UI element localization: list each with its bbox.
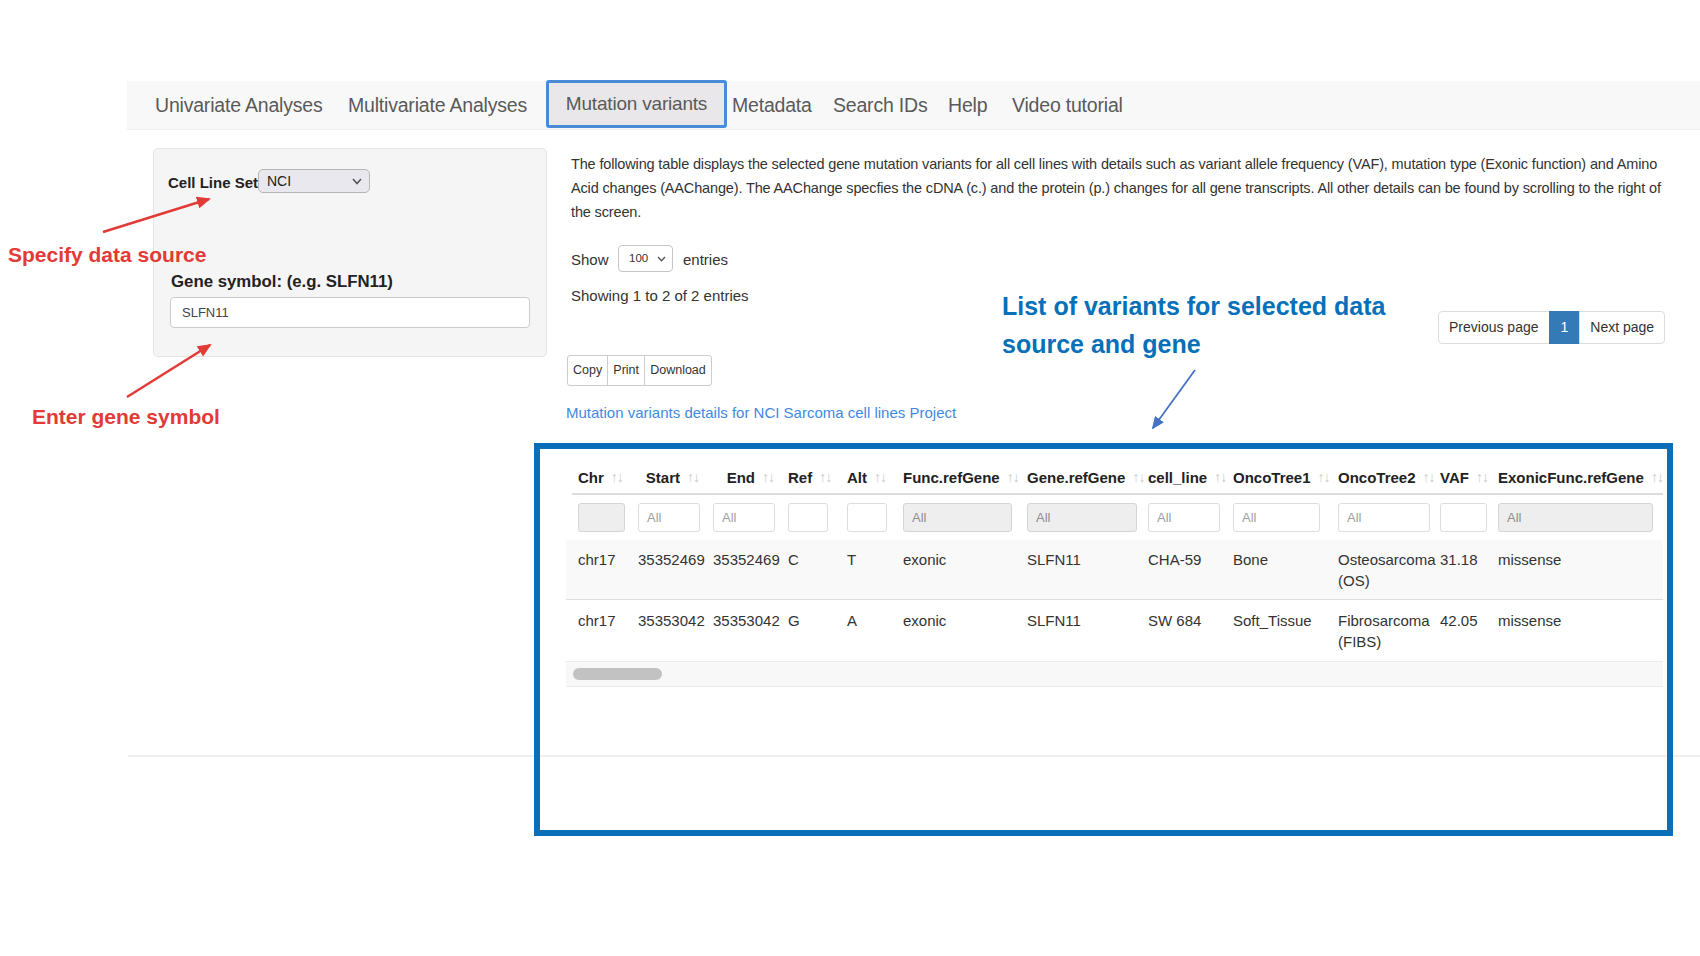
print-button[interactable]: Print: [607, 355, 645, 386]
page: Univariate Analyses Multivariate Analyse…: [0, 0, 1700, 956]
download-button[interactable]: Download: [644, 355, 712, 386]
table-caption-link[interactable]: Mutation variants details for NCI Sarcom…: [566, 404, 956, 421]
showing-entries-info: Showing 1 to 2 of 2 entries: [571, 287, 749, 304]
show-entries-select[interactable]: 100: [618, 245, 673, 272]
gene-symbol-label: Gene symbol: (e.g. SLFN11): [171, 272, 393, 292]
nav-metadata[interactable]: Metadata: [732, 81, 812, 130]
export-button-group: Copy Print Download: [567, 355, 712, 386]
entries-label: entries: [683, 251, 728, 268]
nav-mutation-variants-selected[interactable]: Mutation variants: [546, 80, 727, 128]
nav-video-tutorial[interactable]: Video tutorial: [1012, 81, 1123, 130]
description-line3: the screen.: [571, 200, 641, 224]
next-page-button[interactable]: Next page: [1579, 311, 1665, 344]
pagination: Previous page 1 Next page: [1438, 311, 1665, 344]
page-1-button[interactable]: 1: [1549, 311, 1581, 344]
cell-line-set-value: NCI: [267, 173, 291, 189]
show-entries-value: 100: [629, 252, 648, 264]
show-label: Show: [571, 251, 609, 268]
annotation-list-of-variants: List of variants for selected data sourc…: [1002, 287, 1385, 363]
nav-univariate[interactable]: Univariate Analyses: [155, 81, 322, 130]
nav-search-ids[interactable]: Search IDs: [833, 81, 927, 130]
annotation-table-box: [534, 443, 1673, 836]
annotation-specify-data-source: Specify data source: [8, 243, 206, 267]
chevron-down-icon: [352, 170, 362, 185]
cell-line-set-label: Cell Line Set: [168, 174, 258, 191]
description-line2: Acid changes (AAChange). The AAChange sp…: [571, 176, 1661, 200]
annotation-list-line1: List of variants for selected data: [1002, 287, 1385, 325]
annotation-enter-gene-symbol: Enter gene symbol: [32, 405, 220, 429]
description-line1: The following table displays the selecte…: [571, 152, 1657, 176]
nav-multivariate[interactable]: Multivariate Analyses: [348, 81, 527, 130]
nav-help[interactable]: Help: [948, 81, 987, 130]
copy-button[interactable]: Copy: [567, 355, 608, 386]
nav-bar: Univariate Analyses Multivariate Analyse…: [127, 81, 1700, 130]
cell-line-set-select[interactable]: NCI: [258, 169, 370, 193]
chevron-down-icon: [657, 246, 666, 262]
gene-symbol-input[interactable]: SLFN11: [170, 297, 530, 328]
annotation-list-line2: source and gene: [1002, 325, 1385, 363]
blue-arrow-to-table: [1153, 370, 1195, 428]
previous-page-button[interactable]: Previous page: [1438, 311, 1550, 344]
